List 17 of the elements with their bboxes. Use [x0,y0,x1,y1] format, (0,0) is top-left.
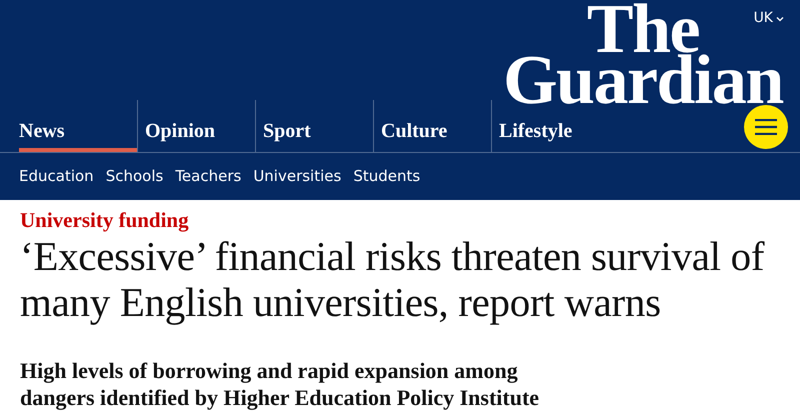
nav-tab[interactable]: Sport [255,100,373,152]
standfirst: High levels of borrowing and rapid expansion among dangers identified by Higher Education Policy Institute [20,357,540,411]
subnav-link[interactable]: Teachers [175,165,242,188]
menu-button[interactable] [744,105,788,149]
subnav-link[interactable]: Students [353,165,420,188]
nav-tab[interactable]: Opinion [137,100,255,152]
subnav-link[interactable]: Education [19,165,94,188]
nav-tab[interactable]: News [19,100,137,152]
subnav-link[interactable]: Schools [106,165,164,188]
headline: ‘Excessive’ financial risks threaten survival of many English universities, report warns [20,233,766,325]
nav-tab[interactable]: Culture [373,100,491,152]
menu-icon [755,119,777,135]
chevron-icon [776,16,784,22]
section-label[interactable]: University funding [20,207,780,233]
logo-word[interactable]: The [586,2,700,53]
subnav-link[interactable]: Universities [253,165,342,188]
edition-selector[interactable]: UK [754,8,784,29]
